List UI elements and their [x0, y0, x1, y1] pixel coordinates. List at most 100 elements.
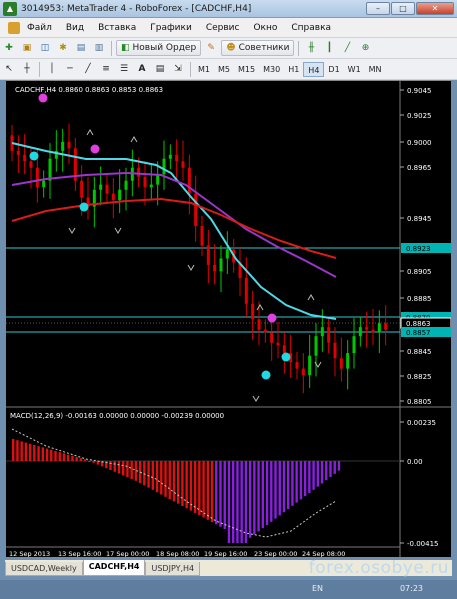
macd-histogram-bar: [333, 461, 336, 474]
candle-body: [137, 167, 141, 177]
candle-body: [377, 323, 381, 333]
tab-usdcad-weekly[interactable]: USDCAD,Weekly: [5, 562, 83, 576]
new-order-icon: ◧: [121, 43, 130, 53]
vertical-line-icon[interactable]: │: [44, 61, 60, 77]
minimize-button[interactable]: –: [366, 2, 390, 15]
macd-histogram-bar: [177, 461, 180, 504]
timeframe-m30[interactable]: M30: [259, 62, 284, 77]
menu-window[interactable]: Окно: [246, 23, 284, 33]
terminal-icon[interactable]: ▤: [73, 40, 89, 56]
title-bar: ▲ 3014953: MetaTrader 4 - RoboForex - [C…: [0, 0, 457, 18]
line-chart-icon[interactable]: ╱: [339, 40, 355, 56]
candle-body: [333, 342, 337, 359]
price-tick-label: 0.8845: [407, 348, 432, 356]
candle-body: [352, 336, 356, 354]
text-label-icon[interactable]: ▤: [152, 61, 168, 77]
maximize-button[interactable]: □: [391, 2, 415, 15]
fibonacci-icon[interactable]: ☰: [116, 61, 132, 77]
timeframe-w1[interactable]: W1: [344, 62, 365, 77]
timeframe-h1[interactable]: H1: [284, 62, 303, 77]
macd-histogram-bar: [75, 457, 78, 461]
timeframe-h4[interactable]: H4: [303, 61, 325, 77]
price-label-text: 0.8857: [406, 329, 431, 337]
menu-charts[interactable]: Графики: [143, 23, 199, 33]
signal-dot: [267, 313, 277, 323]
chart-window-icon[interactable]: [8, 21, 20, 34]
new-order-button[interactable]: ◧ Новый Ордер: [116, 40, 202, 56]
horizontal-line-icon[interactable]: ─: [62, 61, 78, 77]
timeframe-d1[interactable]: D1: [324, 62, 343, 77]
timeframe-m1[interactable]: M1: [194, 62, 214, 77]
timeframe-mn[interactable]: MN: [365, 62, 386, 77]
close-button[interactable]: ✕: [416, 2, 454, 15]
macd-histogram-bar: [160, 461, 163, 495]
macd-histogram-bar: [295, 461, 298, 503]
candle-body: [187, 167, 191, 194]
zoom-in-icon[interactable]: ⊕: [357, 40, 373, 56]
macd-histogram-bar: [126, 461, 129, 478]
trendline-icon[interactable]: ╱: [80, 61, 96, 77]
macd-histogram-bar: [320, 461, 324, 484]
candle-body: [149, 184, 153, 188]
candle-body: [320, 327, 324, 337]
menu-view[interactable]: Вид: [59, 23, 91, 33]
channel-icon[interactable]: ≡: [98, 61, 114, 77]
profiles-icon[interactable]: ▣: [19, 40, 35, 56]
price-chart-area[interactable]: CADCHF,H4 0.8860 0.8863 0.8853 0.8863 MA…: [5, 80, 452, 558]
chart-symbol-header: CADCHF,H4 0.8860 0.8863 0.8853 0.8863: [15, 86, 163, 94]
macd-histogram-bar: [329, 461, 332, 477]
toolbar-separator: [111, 40, 112, 56]
candle-body: [181, 161, 185, 168]
macd-histogram-bar: [210, 461, 214, 523]
time-axis-label: 19 Sep 16:00: [204, 550, 247, 557]
menu-file[interactable]: Файл: [20, 23, 59, 33]
bar-chart-icon[interactable]: ╫: [303, 40, 319, 56]
macd-histogram-bar: [83, 459, 87, 461]
macd-histogram-bar: [278, 461, 281, 516]
crosshair-icon[interactable]: ┼: [19, 61, 35, 77]
price-tick-label: 0.9045: [407, 87, 432, 95]
signal-dot: [90, 144, 100, 154]
price-tick-label: 0.8945: [407, 215, 432, 223]
ma-slow-line: [11, 197, 337, 259]
signal-dot: [281, 352, 291, 362]
macd-histogram-bar: [274, 461, 277, 519]
tab-usdjpy-h4[interactable]: USDJPY,H4: [145, 562, 201, 576]
menu-help[interactable]: Справка: [284, 23, 338, 33]
price-tick-label: 0.8805: [407, 398, 432, 406]
macd-histogram-bar: [155, 461, 159, 493]
macd-histogram-bar: [253, 461, 256, 535]
macd-histogram-bar: [282, 461, 286, 513]
metaeditor-icon[interactable]: ✎: [203, 40, 219, 56]
text-icon[interactable]: A: [134, 61, 150, 77]
candle-body: [200, 226, 204, 246]
tab-cadchf-h4[interactable]: CADCHF,H4: [82, 560, 146, 576]
macd-histogram-bar: [58, 452, 61, 461]
menu-insert[interactable]: Вставка: [91, 23, 143, 33]
menu-bar: Файл Вид Вставка Графики Сервис Окно Спр…: [0, 18, 457, 38]
macd-histogram-bar: [172, 461, 176, 502]
candlestick-icon[interactable]: ┃: [321, 40, 337, 56]
macd-histogram-bar: [206, 461, 210, 520]
menu-tools[interactable]: Сервис: [199, 23, 247, 33]
arrows-icon[interactable]: ⇲: [170, 61, 186, 77]
fractal-arrow: [256, 304, 264, 311]
tester-icon[interactable]: ▥: [91, 40, 107, 56]
chart-canvas[interactable]: CADCHF,H4 0.8860 0.8863 0.8853 0.8863 MA…: [6, 81, 452, 558]
signal-dot: [79, 202, 89, 212]
new-order-label: Новый Ордер: [132, 43, 197, 53]
macd-histogram-bar: [291, 461, 294, 506]
macd-histogram-bar: [248, 461, 252, 538]
new-chart-icon[interactable]: ✚: [1, 40, 17, 56]
drawing-toolbar: ↖ ┼ │ ─ ╱ ≡ ☰ A ▤ ⇲ M1 M5 M15 M30 H1 H4 …: [0, 59, 457, 80]
timeframe-m15[interactable]: M15: [234, 62, 259, 77]
expert-advisors-button[interactable]: ☻ Советники: [221, 40, 295, 56]
navigator-icon[interactable]: ✱: [55, 40, 71, 56]
advisors-label: Советники: [238, 43, 290, 53]
timeframe-m5[interactable]: M5: [214, 62, 234, 77]
macd-histogram-bar: [202, 461, 205, 518]
candle-body: [270, 332, 274, 343]
candle-body: [358, 327, 362, 337]
market-watch-icon[interactable]: ◫: [37, 40, 53, 56]
cursor-icon[interactable]: ↖: [1, 61, 17, 77]
